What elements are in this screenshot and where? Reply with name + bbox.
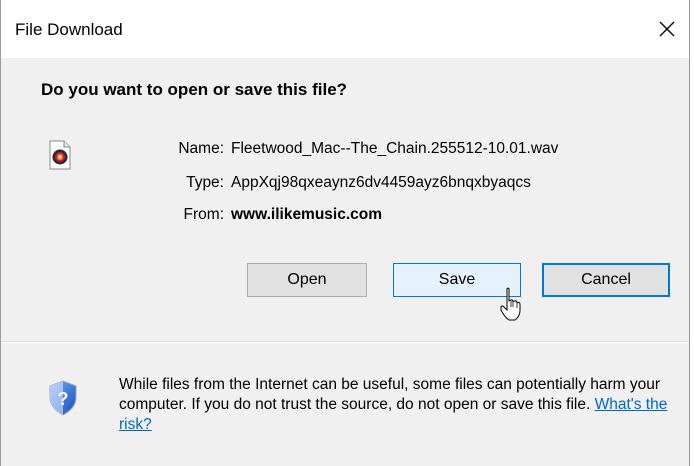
file-download-dialog: File Download Do you want to open or sav… (0, 0, 690, 466)
divider-highlight (1, 342, 689, 343)
from-value: www.ilikemusic.com (231, 206, 383, 223)
name-value: Fleetwood_Mac--The_Chain.255512-10.01.wa… (231, 140, 559, 157)
close-button[interactable] (645, 7, 689, 51)
title-bar[interactable]: File Download (1, 0, 689, 58)
cancel-button[interactable]: Cancel (542, 263, 670, 297)
dialog-title: File Download (15, 20, 123, 39)
warning-text: While files from the Internet can be use… (119, 376, 661, 413)
dialog-question: Do you want to open or save this file? (41, 80, 348, 99)
open-button[interactable]: Open (247, 263, 367, 297)
name-label: Name: (178, 140, 224, 157)
from-label: From: (183, 206, 224, 223)
file-info: Name: Fleetwood_Mac--The_Chain.255512-10… (1, 140, 689, 230)
save-button[interactable]: Save (393, 263, 521, 297)
type-value: AppXqj98qxeaynz6dv4459ayz6bnqxbyaqcs (231, 174, 531, 191)
warning-message: While files from the Internet can be use… (119, 375, 679, 435)
shield-help-icon: ? (49, 380, 77, 416)
type-label: Type: (186, 174, 224, 191)
close-icon (659, 21, 675, 37)
svg-text:?: ? (58, 389, 69, 409)
